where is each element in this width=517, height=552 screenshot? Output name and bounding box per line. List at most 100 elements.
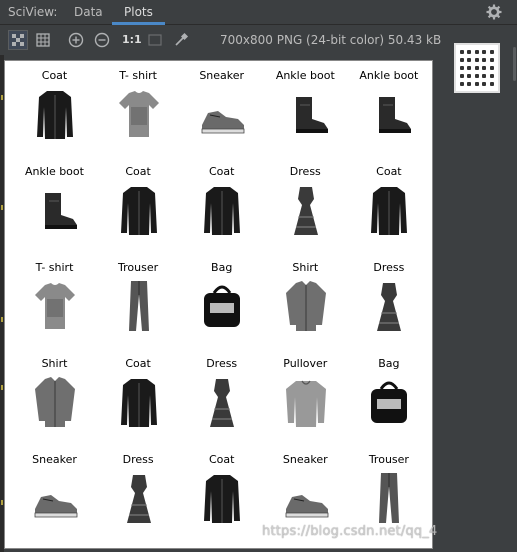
clothing-image <box>37 91 73 139</box>
image-grid: Coat T- shirt Sneaker Ankle boot Ankle boot A… <box>13 67 431 547</box>
image-label: Sneaker <box>32 453 77 466</box>
image-cell: Dress <box>97 451 180 547</box>
gutter-marker <box>1 317 3 322</box>
image-cell: Sneaker <box>180 67 263 163</box>
gutter-marker <box>1 500 3 505</box>
clothing-image <box>35 377 75 427</box>
tab-data[interactable]: Data <box>74 5 103 19</box>
clothing-image <box>377 283 402 331</box>
table-icon[interactable] <box>34 31 52 49</box>
zoom-out-icon[interactable] <box>93 31 111 49</box>
clothing-image <box>285 281 326 331</box>
clothing-image <box>45 193 77 229</box>
image-label: Sneaker <box>199 69 245 82</box>
image-cell: Ankle boot <box>264 67 347 163</box>
image-label: Shirt <box>41 357 68 370</box>
sciview-header: SciView: Data Plots <box>0 0 517 25</box>
thumbnail-dot <box>489 82 494 86</box>
clothing-image <box>204 285 241 327</box>
image-label: Coat <box>208 165 235 178</box>
thumbnail-dot <box>474 74 479 78</box>
gutter-marker <box>1 205 3 210</box>
image-label: Trouser <box>368 453 409 466</box>
image-label: Sneaker <box>282 453 328 466</box>
actual-size-button[interactable]: 1:1 <box>122 33 142 46</box>
thumbnail-dot <box>474 82 479 86</box>
image-label: Coat <box>41 69 68 82</box>
clothing-image <box>371 187 408 235</box>
tab-plots[interactable]: Plots <box>112 5 165 25</box>
thumbnail-scrollbar[interactable] <box>513 47 516 81</box>
clothing-image <box>285 495 329 518</box>
image-cell: Sneaker <box>13 451 96 547</box>
clothing-image <box>371 381 408 423</box>
image-label: T- shirt <box>35 261 74 274</box>
image-cell: T- shirt <box>97 67 180 163</box>
clothing-image <box>204 475 241 523</box>
image-label: Coat <box>125 357 151 370</box>
gear-icon[interactable] <box>486 4 502 20</box>
thumbnail-dot <box>482 82 487 86</box>
plots-thumbnail-pane <box>437 43 517 552</box>
image-cell: Coat <box>347 163 430 259</box>
clothing-image <box>295 97 328 133</box>
clothing-image <box>120 187 157 235</box>
image-cell: Shirt <box>13 355 96 451</box>
grid-view-icon[interactable] <box>8 30 28 50</box>
image-cell: Dress <box>180 355 263 451</box>
thumbnail-dot <box>482 74 487 78</box>
image-cell: T- shirt <box>13 259 96 355</box>
image-toolbar: 1:1 700x800 PNG (24-bit color) 50.43 kB <box>0 25 517 55</box>
thumbnail-dot <box>489 50 494 54</box>
clothing-image <box>118 91 159 137</box>
thumbnail-dot <box>489 66 494 70</box>
image-info: 700x800 PNG (24-bit color) 50.43 kB <box>220 33 442 47</box>
image-label: Dress <box>373 261 405 274</box>
clothing-image <box>201 111 245 134</box>
image-label: Pullover <box>283 357 328 370</box>
clothing-image <box>126 475 151 523</box>
thumbnail-dot <box>467 58 472 62</box>
zoom-in-icon[interactable] <box>67 31 85 49</box>
image-cell: Bag <box>180 259 263 355</box>
image-cell: Coat <box>13 67 96 163</box>
gutter-marker <box>1 95 3 100</box>
clothing-image <box>210 379 235 427</box>
image-cell: Coat <box>97 163 180 259</box>
image-cell: Ankle boot <box>13 163 96 259</box>
thumbnail-dot <box>482 58 487 62</box>
thumbnail-dot <box>489 58 494 62</box>
image-label: Trouser <box>118 261 159 274</box>
clothing-image <box>128 281 149 331</box>
thumbnail-dot <box>460 74 464 78</box>
image-label: T- shirt <box>119 69 157 82</box>
image-cell: Coat <box>97 355 180 451</box>
thumbnail-dot <box>467 82 472 86</box>
thumbnail-dot <box>467 66 472 70</box>
image-cell: Ankle boot <box>347 67 430 163</box>
thumbnail-dot <box>460 58 464 62</box>
gutter-marker <box>1 385 3 390</box>
image-cell: Pullover <box>264 355 347 451</box>
clothing-image <box>204 187 241 235</box>
thumbnail-dot <box>467 50 472 54</box>
image-label: Coat <box>125 165 151 178</box>
thumbnail-dot <box>460 50 464 54</box>
color-picker-icon[interactable] <box>172 31 190 49</box>
thumbnail-dot <box>482 50 487 54</box>
image-cell: Dress <box>347 259 430 355</box>
thumbnail-dot <box>474 50 479 54</box>
image-label: Dress <box>289 165 321 178</box>
image-cell: Coat <box>180 163 263 259</box>
clothing-image <box>120 379 157 427</box>
image-cell: Trouser <box>97 259 180 355</box>
image-cell: Bag <box>347 355 430 451</box>
image-label: Dress <box>122 453 154 466</box>
fit-icon[interactable] <box>146 31 164 49</box>
clothing-image <box>34 495 78 518</box>
plot-thumbnail[interactable] <box>454 43 500 93</box>
thumbnail-dot <box>460 66 464 70</box>
clothing-image <box>379 97 412 133</box>
clothing-image <box>285 380 326 427</box>
image-label: Coat <box>376 165 402 178</box>
